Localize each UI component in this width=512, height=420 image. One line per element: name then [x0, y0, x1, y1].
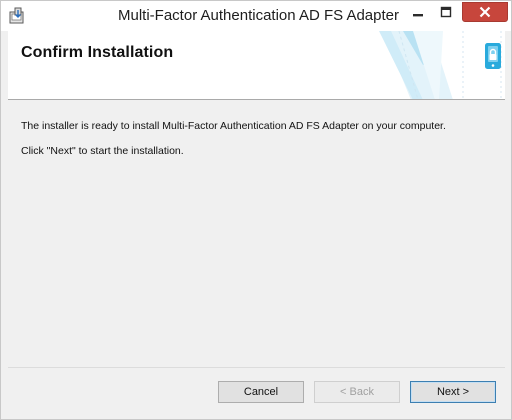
footer-divider: [8, 367, 505, 368]
instruction-message: Click "Next" to start the installation.: [21, 145, 184, 157]
phone-lock-icon: [485, 43, 501, 69]
banner-graphic: [379, 31, 502, 99]
window-title: Multi-Factor Authentication AD FS Adapte…: [118, 7, 399, 24]
page-title: Confirm Installation: [21, 44, 174, 61]
minimize-button[interactable]: [404, 2, 431, 22]
back-button[interactable]: < Back: [314, 381, 400, 403]
minimize-icon: [412, 14, 423, 17]
installer-window: Multi-Factor Authentication AD FS Adapte…: [0, 0, 512, 420]
next-button[interactable]: Next >: [410, 381, 496, 403]
cancel-button[interactable]: Cancel: [218, 381, 304, 403]
maximize-icon: [440, 6, 452, 18]
close-icon: [479, 6, 491, 18]
ready-message: The installer is ready to install Multi-…: [21, 120, 446, 132]
close-button[interactable]: [462, 2, 508, 22]
maximize-button[interactable]: [433, 2, 459, 22]
header-banner: Confirm Installation: [8, 31, 505, 100]
title-bar[interactable]: Multi-Factor Authentication AD FS Adapte…: [1, 1, 511, 31]
